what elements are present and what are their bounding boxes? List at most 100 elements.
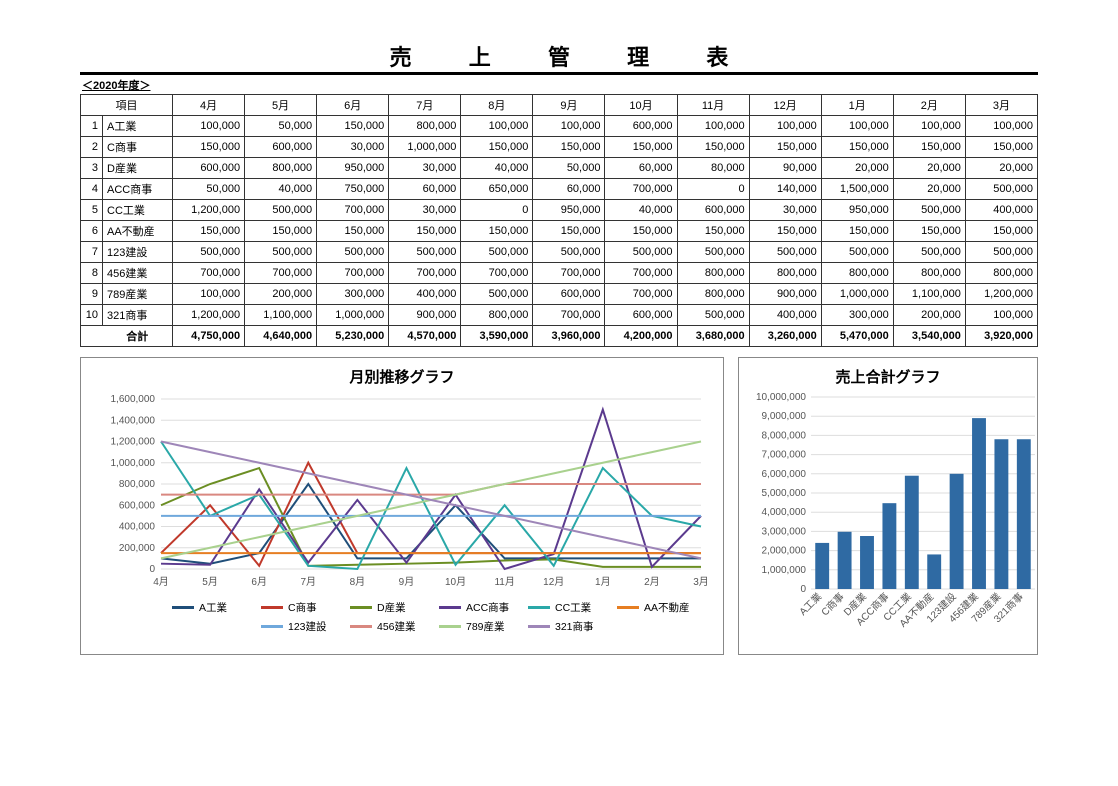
legend-label: 789産業 [466,619,505,634]
cell: 200,000 [245,284,317,305]
svg-text:5,000,000: 5,000,000 [762,488,807,499]
row-name: C商事 [103,137,173,158]
cell: 150,000 [893,221,965,242]
cell: 500,000 [677,242,749,263]
cell: 150,000 [245,221,317,242]
total-cell: 3,680,000 [677,326,749,347]
legend-swatch [617,606,639,609]
cell: 30,000 [749,200,821,221]
cell: 150,000 [461,137,533,158]
total-cell: 3,540,000 [893,326,965,347]
table-row: 7123建設500,000500,000500,000500,000500,00… [81,242,1038,263]
svg-text:9月: 9月 [399,576,415,588]
svg-text:11月: 11月 [494,576,514,588]
legend-item: ACC商事 [439,600,514,615]
row-name: 321商事 [103,305,173,326]
bar-chart-title: 売上合計グラフ [749,366,1027,387]
cell: 600,000 [677,200,749,221]
cell: 500,000 [461,242,533,263]
cell: 140,000 [749,179,821,200]
svg-text:1,600,000: 1,600,000 [111,394,156,405]
col-month: 1月 [821,95,893,116]
cell: 150,000 [389,221,461,242]
total-cell: 4,200,000 [605,326,677,347]
cell: 100,000 [173,284,245,305]
row-name: A工業 [103,116,173,137]
cell: 500,000 [245,200,317,221]
cell: 500,000 [749,242,821,263]
cell: 800,000 [677,284,749,305]
svg-text:4月: 4月 [153,576,169,588]
cell: 700,000 [317,263,389,284]
table-row: 2C商事150,000600,00030,0001,000,000150,000… [81,137,1038,158]
cell: 700,000 [605,263,677,284]
cell: 20,000 [821,158,893,179]
cell: 700,000 [605,284,677,305]
row-index: 8 [81,263,103,284]
legend-label: 456建業 [377,619,416,634]
row-index: 2 [81,137,103,158]
cell: 500,000 [245,242,317,263]
cell: 40,000 [461,158,533,179]
sales-table: 項目4月5月6月7月8月9月10月11月12月1月2月3月 1A工業100,00… [80,94,1038,347]
legend-swatch [439,625,461,628]
legend-label: C商事 [288,600,317,615]
svg-text:9,000,000: 9,000,000 [762,411,807,422]
svg-text:200,000: 200,000 [119,543,156,554]
cell: 700,000 [389,263,461,284]
legend-swatch [528,606,550,609]
legend-swatch [528,625,550,628]
cell: 0 [461,200,533,221]
cell: 100,000 [893,116,965,137]
total-cell: 3,920,000 [965,326,1037,347]
row-name: D産業 [103,158,173,179]
svg-text:7,000,000: 7,000,000 [762,450,807,461]
table-total-row: 合計4,750,0004,640,0005,230,0004,570,0003,… [81,326,1038,347]
cell: 150,000 [317,116,389,137]
col-month: 12月 [749,95,821,116]
cell: 100,000 [461,116,533,137]
legend-label: CC工業 [555,600,591,615]
svg-text:0: 0 [149,564,155,575]
cell: 800,000 [389,116,461,137]
cell: 700,000 [317,200,389,221]
svg-text:4,000,000: 4,000,000 [762,507,807,518]
cell: 600,000 [245,137,317,158]
row-name: AA不動産 [103,221,173,242]
legend-swatch [261,606,283,609]
legend-swatch [439,606,461,609]
row-name: 789産業 [103,284,173,305]
cell: 200,000 [893,305,965,326]
cell: 700,000 [533,263,605,284]
col-month: 10月 [605,95,677,116]
cell: 700,000 [605,179,677,200]
cell: 600,000 [605,116,677,137]
cell: 500,000 [389,242,461,263]
cell: 0 [677,179,749,200]
col-month: 6月 [317,95,389,116]
cell: 650,000 [461,179,533,200]
cell: 150,000 [821,221,893,242]
col-month: 2月 [893,95,965,116]
cell: 80,000 [677,158,749,179]
cell: 950,000 [821,200,893,221]
table-row: 10321商事1,200,0001,100,0001,000,000900,00… [81,305,1038,326]
cell: 500,000 [533,242,605,263]
cell: 300,000 [821,305,893,326]
col-month: 11月 [677,95,749,116]
cell: 150,000 [677,221,749,242]
legend-item: 456建業 [350,619,425,634]
legend-label: D産業 [377,600,406,615]
cell: 600,000 [533,284,605,305]
cell: 400,000 [965,200,1037,221]
svg-text:1,400,000: 1,400,000 [111,415,156,426]
legend-item: 789産業 [439,619,514,634]
cell: 150,000 [821,137,893,158]
cell: 40,000 [605,200,677,221]
svg-text:3,000,000: 3,000,000 [762,526,807,537]
cell: 40,000 [245,179,317,200]
cell: 1,200,000 [173,200,245,221]
legend-item: 321商事 [528,619,603,634]
cell: 20,000 [965,158,1037,179]
table-row: 1A工業100,00050,000150,000800,000100,00010… [81,116,1038,137]
